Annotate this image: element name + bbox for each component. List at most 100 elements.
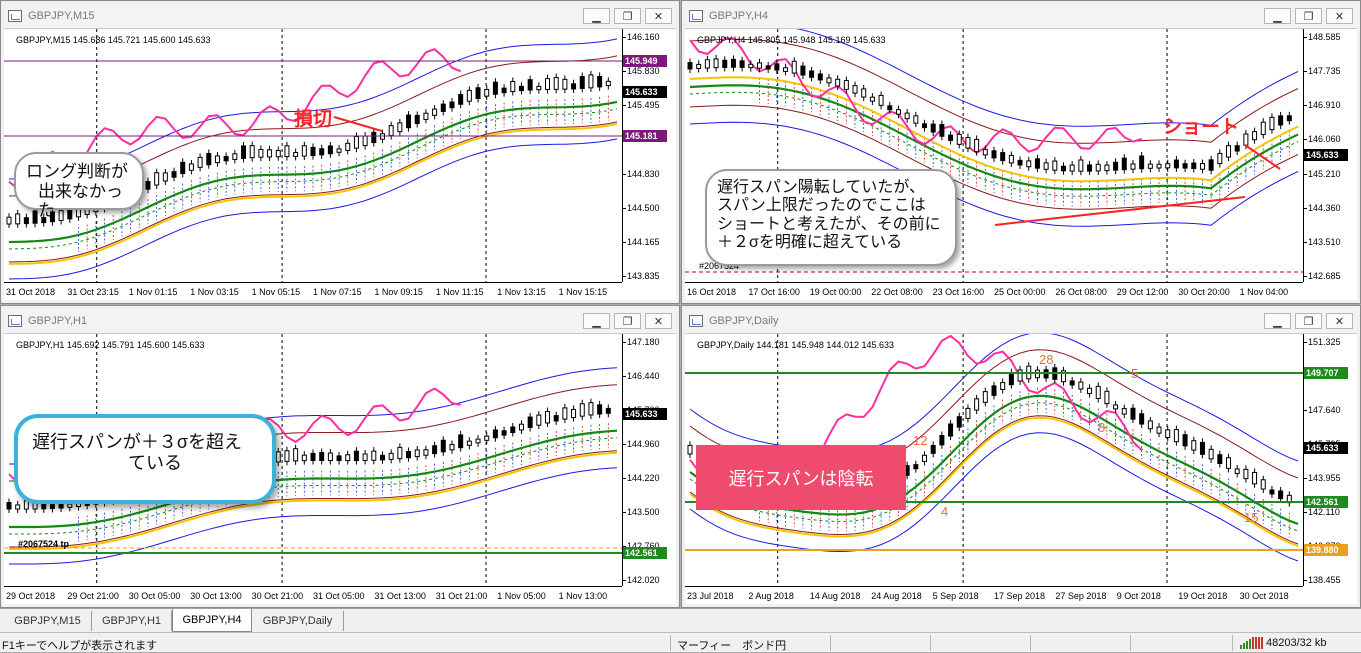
candle-body	[440, 439, 446, 453]
price-scale[interactable]: 147.180146.440145.700144.960144.220143.5…	[622, 334, 676, 586]
time-tick-label: 17 Sep 2018	[994, 591, 1046, 601]
time-tick-label: 30 Oct 2018	[1239, 591, 1289, 601]
candle-body	[249, 145, 255, 159]
candle-body	[310, 452, 316, 462]
window-titlebar[interactable]: GBPJPY,H4 ▁ ❐ ✕	[685, 4, 1357, 28]
status-divider	[830, 635, 831, 651]
candle-body	[1069, 380, 1075, 386]
status-help-text: F1キーでヘルプが表示されます	[2, 640, 158, 652]
candle-body	[258, 148, 264, 158]
time-scale[interactable]: 23 Jul 2018 2 Aug 2018 14 Aug 2018 24 Aug 2…	[685, 586, 1303, 604]
chart-canvas[interactable]: GBPJPY,Daily 144.181 145.948 144.012 145…	[685, 333, 1357, 604]
chart-canvas[interactable]: GBPJPY,H4 145.805 145.948 145.169 145.63…	[685, 28, 1357, 300]
minimize-button[interactable]: ▁	[583, 313, 610, 329]
close-icon: ✕	[1334, 10, 1345, 23]
restore-button[interactable]: ❐	[1295, 313, 1322, 329]
candle-body	[214, 155, 220, 164]
status-divider	[1130, 635, 1131, 651]
window-titlebar[interactable]: GBPJPY,Daily ▁ ❐ ✕	[685, 309, 1357, 333]
restore-button[interactable]: ❐	[614, 313, 641, 329]
restore-button[interactable]: ❐	[614, 8, 641, 24]
minimize-button[interactable]: ▁	[583, 8, 610, 24]
candle-body	[1156, 426, 1162, 434]
chart-window-h1[interactable]: GBPJPY,H1 ▁ ❐ ✕ GBPJPY,H1 145.692 145.79…	[0, 305, 680, 608]
candle-body	[1095, 385, 1101, 399]
time-tick-label: 30 Oct 13:00	[190, 591, 242, 601]
time-scale[interactable]: 29 Oct 2018 29 Oct 21:00 30 Oct 05:00 30 Oc…	[4, 586, 622, 604]
price-scale[interactable]: 151.325149.480147.640145.795143.955142.1…	[1303, 334, 1357, 586]
candle-body	[1208, 448, 1214, 460]
callout-line: 出来なかった	[38, 181, 123, 221]
time-tick-label: 1 Nov 13:15	[497, 287, 546, 297]
tab-gbpjpy-m15[interactable]: GBPJPY,M15	[4, 611, 92, 631]
candle-body	[861, 88, 867, 98]
time-scale[interactable]: 16 Oct 2018 17 Oct 16:00 19 Oct 00:00 22 Oc…	[685, 282, 1303, 300]
candle-body	[388, 452, 394, 460]
chart-window-h4[interactable]: GBPJPY,H4 ▁ ❐ ✕ GBPJPY,H4 145.805 145.94…	[681, 0, 1361, 304]
price-scale[interactable]: 148.585 147.735 146.910 146.060 145.210 144.3…	[1303, 29, 1357, 282]
chart-canvas[interactable]: GBPJPY,M15 145.686 145.721 145.600 145.6…	[4, 28, 676, 300]
candle-body	[1278, 115, 1284, 126]
candle-body	[301, 454, 307, 462]
candle-body	[154, 172, 160, 186]
candle-body	[371, 450, 377, 461]
price-tick-label: 144.960	[623, 439, 660, 449]
chart-window-daily[interactable]: GBPJPY,Daily ▁ ❐ ✕ GBPJPY,Daily 144.181 …	[681, 305, 1361, 608]
close-button[interactable]: ✕	[645, 8, 672, 24]
window-title: GBPJPY,Daily	[709, 315, 779, 327]
tab-gbpjpy-h4[interactable]: GBPJPY,H4	[172, 609, 252, 632]
chart-canvas[interactable]: GBPJPY,H1 145.692 145.791 145.600 145.63…	[4, 333, 676, 604]
minimize-button[interactable]: ▁	[1264, 313, 1291, 329]
window-titlebar[interactable]: GBPJPY,H1 ▁ ❐ ✕	[4, 309, 676, 333]
candle-body	[1199, 162, 1205, 170]
candle-body	[1104, 164, 1110, 172]
time-tick-label: 1 Nov 05:00	[497, 591, 546, 601]
candle-body	[974, 398, 980, 411]
candle-body	[197, 156, 203, 168]
tab-gbpjpy-h1[interactable]: GBPJPY,H1	[92, 611, 172, 631]
time-tick-label: 19 Oct 2018	[1178, 591, 1228, 601]
candle-body	[1217, 152, 1223, 165]
candle-body	[783, 67, 789, 72]
candle-body	[536, 85, 542, 91]
price-tick-label: 147.735	[1304, 66, 1341, 77]
candle-body	[362, 453, 368, 461]
chart-ohlc-info: GBPJPY,Daily 144.181 145.948 144.012 145…	[697, 340, 894, 350]
time-tick-label: 25 Oct 00:00	[994, 287, 1046, 297]
candle-body	[1008, 372, 1014, 386]
chart-ohlc-info: GBPJPY,M15 145.686 145.721 145.600 145.6…	[16, 35, 211, 45]
candle-body	[293, 448, 299, 462]
candle-body	[1260, 479, 1266, 490]
callout-line: スパン上限だったのでここは	[717, 197, 926, 215]
price-tick-label: 143.955	[1304, 473, 1341, 483]
candle-body	[1078, 381, 1084, 390]
close-button[interactable]: ✕	[645, 313, 672, 329]
price-tick-label: 143.500	[623, 507, 660, 517]
price-tick-label: 143.835	[623, 271, 660, 281]
wave-label: 12	[913, 433, 928, 448]
time-tick-label: 1 Nov 04:00	[1239, 287, 1289, 297]
price-tag: 139.880	[1304, 544, 1348, 556]
candle-body	[458, 434, 464, 449]
price-scale[interactable]: 146.160145.830145.495145.165144.830144.5…	[622, 29, 676, 282]
candle-body	[449, 444, 455, 451]
candle-body	[562, 407, 568, 420]
tab-gbpjpy-daily[interactable]: GBPJPY,Daily	[252, 611, 344, 631]
chart-window-m15[interactable]: GBPJPY,M15 ▁ ❐ ✕ GBPJPY,M15 145.686 145.…	[0, 0, 680, 304]
minimize-button[interactable]: ▁	[1264, 8, 1291, 24]
close-button[interactable]: ✕	[1326, 8, 1353, 24]
candle-body	[484, 89, 490, 97]
candle-body	[713, 58, 719, 69]
window-titlebar[interactable]: GBPJPY,M15 ▁ ❐ ✕	[4, 4, 676, 28]
connection-bars-icon[interactable]	[1240, 637, 1263, 649]
candle-body	[1043, 162, 1049, 170]
time-scale[interactable]: 31 Oct 2018 31 Oct 23:15 1 Nov 01:15 1 Nov …	[4, 282, 622, 300]
annotation-arrow	[1244, 144, 1281, 170]
candle-body	[492, 429, 498, 439]
status-profile[interactable]: マーフィー ボンド円	[677, 637, 786, 653]
annotation-callout: 遅行スパン陽転していたが、 スパン上限だったのでここは ショートと考えたが、その…	[705, 169, 957, 266]
restore-button[interactable]: ❐	[1295, 8, 1322, 24]
price-tag: 145.949	[623, 55, 667, 67]
status-divider	[1030, 635, 1031, 651]
close-button[interactable]: ✕	[1326, 313, 1353, 329]
